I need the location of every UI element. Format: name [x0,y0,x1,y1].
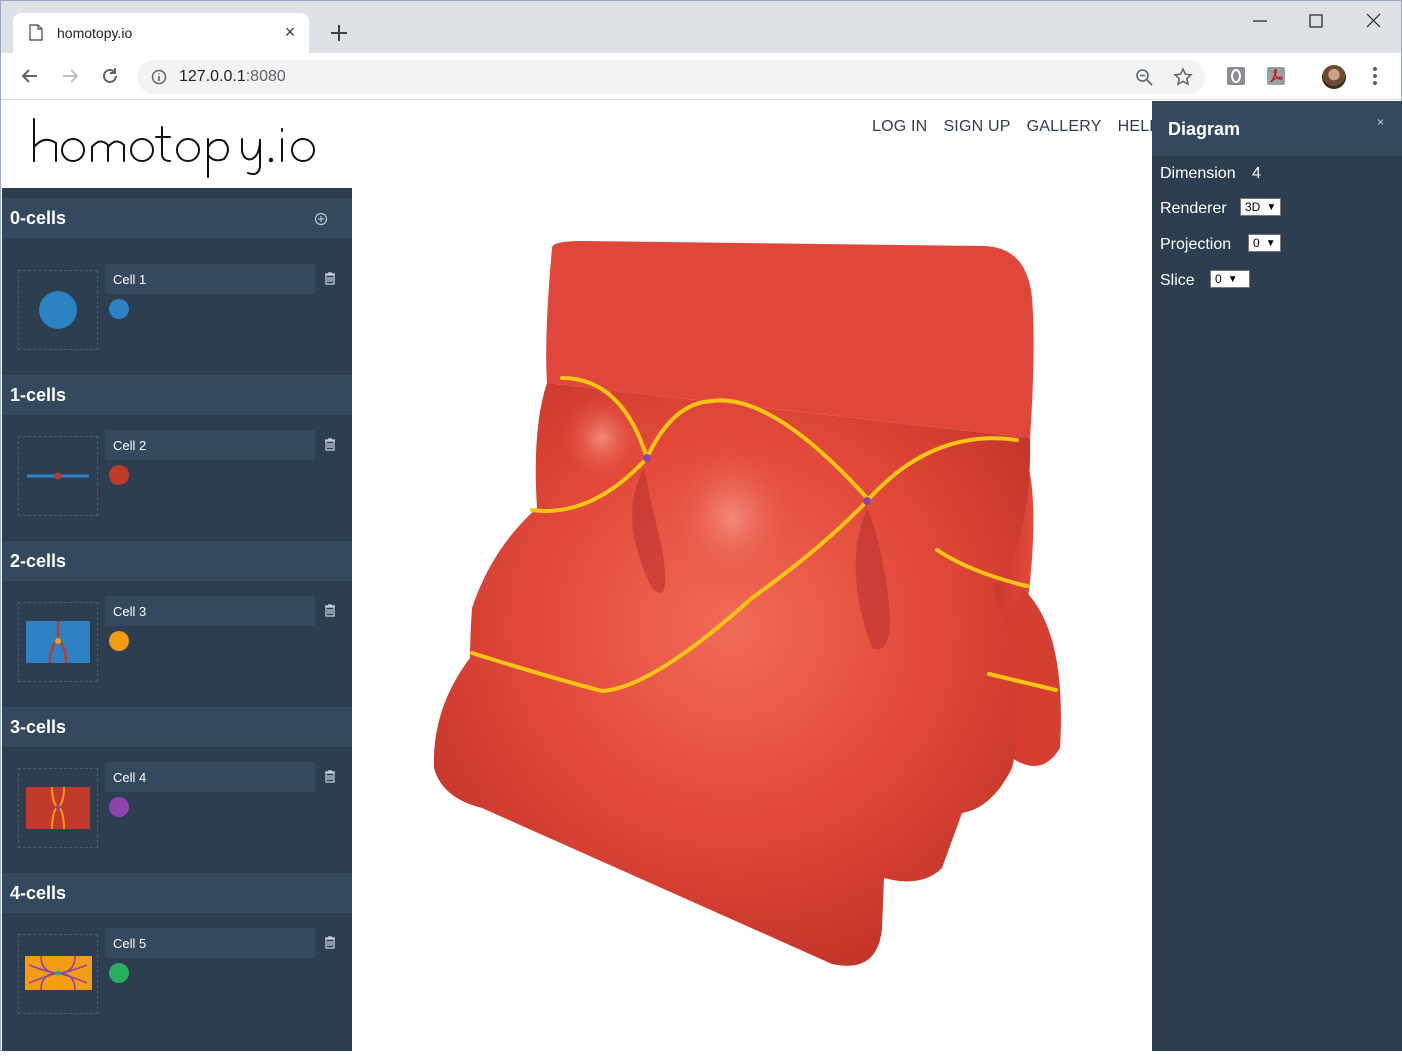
chevron-down-icon: ▼ [1227,273,1238,285]
4d-diagram-icon [25,955,92,991]
bookmark-star-icon[interactable] [1173,67,1193,87]
top-navigation: LOG IN SIGN UP GALLERY HELP [872,118,1160,136]
cell-2-name-field[interactable]: Cell 2 [105,430,315,460]
projection-label: Projection [1160,236,1232,253]
nav-signup[interactable]: SIGN UP [943,118,1010,136]
wire-icon [27,472,89,480]
cell-1-color-swatch[interactable] [109,299,129,319]
blue-point-icon [39,291,77,329]
back-icon[interactable] [19,65,41,87]
cell-2-color-swatch[interactable] [109,465,129,485]
page-icon [29,24,43,41]
trash-icon[interactable] [324,438,336,451]
renderer-select-value: 3D [1245,200,1261,214]
renderer-select[interactable]: 3D ▼ [1240,198,1282,216]
cell-1-thumbnail[interactable] [18,270,98,350]
projection-select-value: 0 [1253,236,1260,250]
3d-surface-render[interactable] [352,188,1152,1051]
diagram-canvas[interactable] [352,188,1152,1051]
surface-diagram-icon [26,621,90,664]
maximize-icon[interactable] [1301,9,1331,33]
dimension-row: Dimension 4 [1160,165,1261,183]
nav-login[interactable]: LOG IN [872,118,927,136]
cell-1-name: Cell 1 [113,272,147,287]
tab-title: homotopy.io [57,25,133,41]
browser-tab[interactable]: homotopy.io × [13,13,309,53]
dimension-label: Dimension [1160,165,1236,182]
panel-header: Diagram × [1152,101,1402,156]
section-2-cells: 2-cells [2,541,352,581]
dimension-value: 4 [1252,165,1261,182]
nav-gallery[interactable]: GALLERY [1027,118,1102,136]
cell-4-color-swatch[interactable] [109,797,129,817]
volume-diagram-icon [26,786,90,830]
section-4-cells: 4-cells [2,873,352,913]
renderer-label: Renderer [1160,200,1227,217]
section-title: 1-cells [10,385,67,405]
section-1-cells: 1-cells [2,375,352,415]
menu-kebab-icon[interactable] [1367,65,1383,87]
renderer-row: Renderer 3D ▼ [1160,198,1282,218]
chevron-down-icon: ▼ [1265,237,1276,249]
cells-sidebar: 0-cells Cell 1 1-cells Cell 2 2-cells Ce… [2,188,352,1051]
cell-4-name-field[interactable]: Cell 4 [105,762,315,792]
section-3-cells: 3-cells [2,707,352,747]
slice-select[interactable]: 0 ▼ [1210,270,1250,288]
chevron-down-icon: ▼ [1266,201,1277,213]
cell-3-color-swatch[interactable] [109,631,129,651]
cell-5-thumbnail[interactable] [18,934,98,1014]
profile-avatar[interactable] [1322,65,1346,89]
new-tab-icon[interactable] [327,21,351,45]
page-content: LOG IN SIGN UP GALLERY HELP 0-cells Cell… [2,101,1402,1051]
url-text: 127.0.0.1:8080 [179,68,286,85]
trash-icon[interactable] [324,604,336,617]
minimize-icon[interactable] [1245,9,1275,33]
slice-label: Slice [1160,272,1195,289]
browser-window: homotopy.io × 127.0.0.1:8080 LOG IN SIGN… [0,0,1402,1051]
cell-4-name: Cell 4 [113,770,147,785]
diagram-panel: Diagram × Dimension 4 Renderer 3D ▼ Proj… [1152,101,1402,1051]
homotopy-logo[interactable] [30,113,330,179]
slice-select-value: 0 [1215,272,1222,286]
cell-3-name: Cell 3 [113,604,147,619]
section-0-cells: 0-cells [2,198,352,238]
trash-icon[interactable] [324,272,336,285]
section-title: 3-cells [10,717,67,737]
projection-row: Projection 0 ▼ [1160,234,1281,254]
cell-5-name-field[interactable]: Cell 5 [105,928,315,958]
trash-icon[interactable] [324,936,336,949]
slice-row: Slice 0 ▼ [1160,270,1250,290]
add-cell-icon[interactable] [314,212,328,226]
cell-3-name-field[interactable]: Cell 3 [105,596,315,626]
cell-1-name-field[interactable]: Cell 1 [105,264,315,294]
close-panel-icon[interactable]: × [1377,115,1384,129]
address-bar[interactable]: 127.0.0.1:8080 [137,60,1205,94]
pdf-extension-icon[interactable] [1265,65,1287,87]
tab-strip: homotopy.io × [1,1,1401,53]
close-tab-icon[interactable]: × [281,23,299,41]
cell-5-name: Cell 5 [113,936,147,951]
close-window-icon[interactable] [1358,9,1388,33]
forward-icon[interactable] [59,65,81,87]
trash-icon[interactable] [324,770,336,783]
info-icon[interactable] [151,69,167,85]
cell-2-thumbnail[interactable] [18,436,98,516]
browser-toolbar: 127.0.0.1:8080 [1,53,1401,100]
section-title: 4-cells [10,883,67,903]
section-title: 2-cells [10,551,67,571]
panel-title: Diagram [1168,119,1241,139]
zoom-icon[interactable] [1135,68,1153,86]
cell-5-color-swatch[interactable] [109,963,129,983]
reload-icon[interactable] [99,65,121,87]
cell-2-name: Cell 2 [113,438,147,453]
projection-select[interactable]: 0 ▼ [1248,234,1281,252]
cell-3-thumbnail[interactable] [18,602,98,682]
extension-counter-icon[interactable] [1225,65,1247,87]
section-title: 0-cells [10,208,67,228]
cell-4-thumbnail[interactable] [18,768,98,848]
